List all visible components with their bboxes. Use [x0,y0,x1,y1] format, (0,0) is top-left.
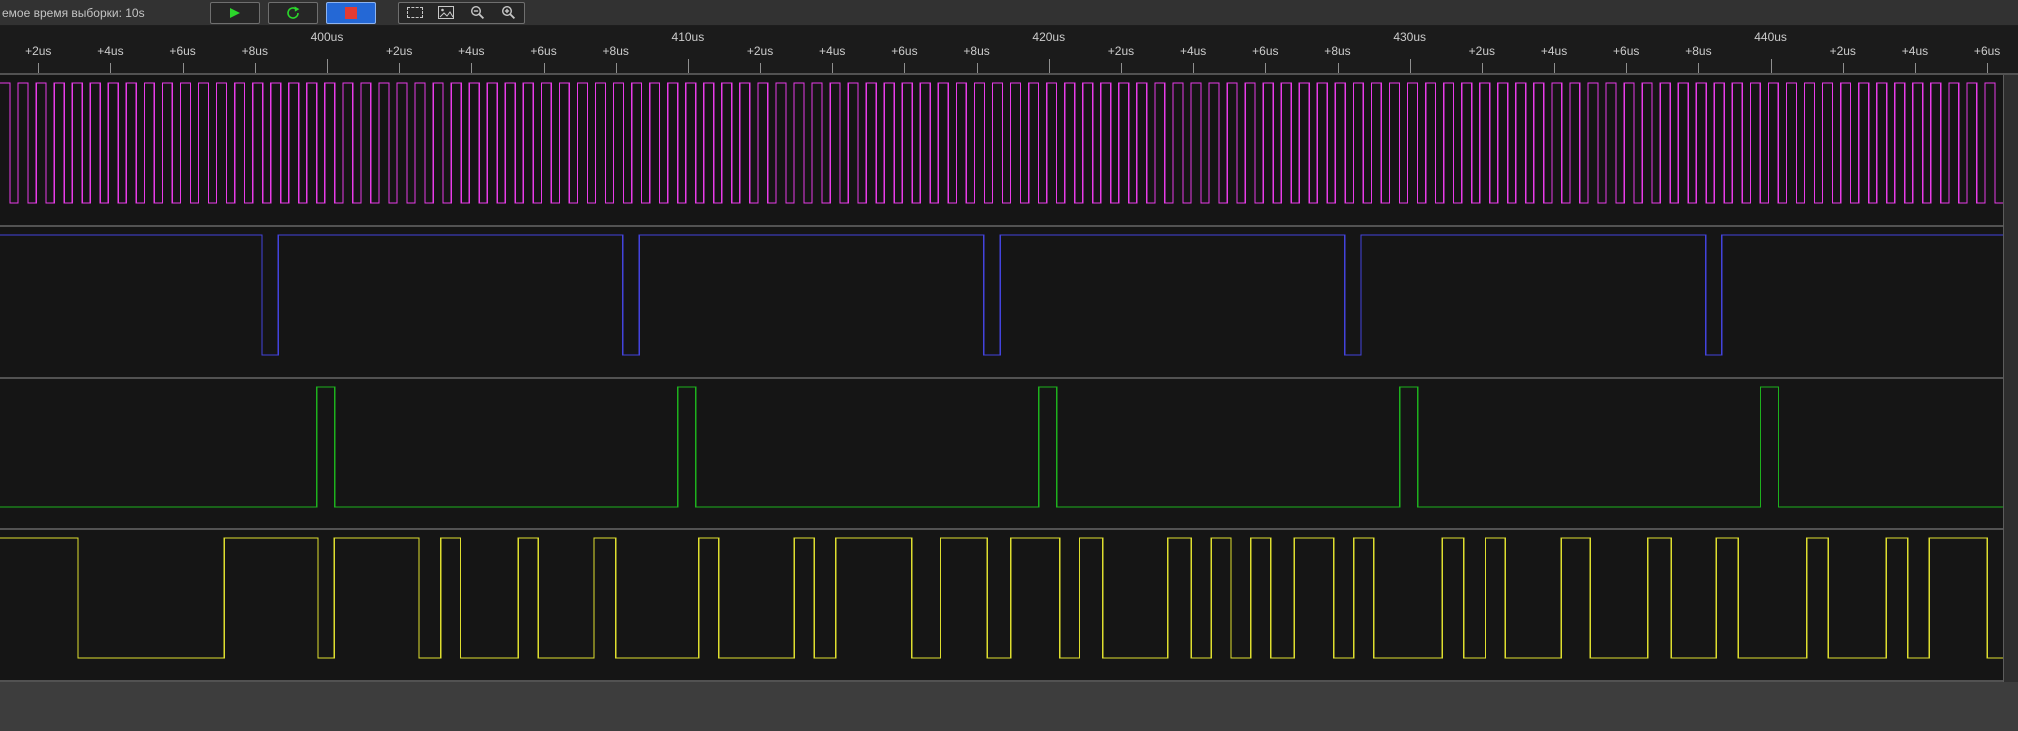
ruler-tick-label: +2us [1829,44,1856,58]
ruler-tick-mark [1121,63,1122,73]
ruler-tick-mark [1770,59,1772,73]
ruler-tick-mark [1481,63,1483,73]
channel-0-waveform [0,82,2003,204]
ruler-tick-mark [327,59,328,73]
vertical-scrollbar[interactable] [2003,75,2018,682]
ruler-tick-mark [1914,63,1916,73]
ruler-tick-label: 430us [1393,30,1427,44]
ruler-tick-mark [1409,59,1411,73]
ruler-tick-label: +4us [1901,44,1929,58]
ruler-tick-mark [1842,63,1844,73]
ruler-tick-label: +2us [1468,44,1496,58]
ruler-tick-mark [1987,63,1989,73]
timeline-ruler[interactable]: +2us +4us +6us +8us 400us +2us +4us +6us +8us 410… [0,26,2018,75]
ruler-tick-label: +6us [1613,44,1640,58]
play-icon [230,7,240,18]
ruler-tick-mark [904,63,906,73]
loop-icon [286,5,299,19]
ruler-tick-mark [543,63,545,73]
ruler-tick-label: +2us [25,44,52,58]
channel-3-lane[interactable] [0,530,2018,682]
ruler-tick-label: +2us [1107,44,1135,58]
ruler-tick-label: +4us [458,44,485,58]
channel-1-lane[interactable] [0,226,2018,379]
ruler-tick-label: +6us [891,44,918,58]
ruler-tick-label: +8us [241,44,268,58]
ruler-tick-mark [832,63,834,73]
stop-capture-button[interactable] [326,1,376,24]
ruler-tick-mark [687,59,689,73]
stop-icon [345,6,357,19]
ruler-tick-label: +8us [1685,44,1712,58]
zoom-in-icon [501,5,515,20]
logic-analyzer-window: емое время выборки: 10s +2us +4us +6us +… [0,0,2018,731]
view-tools-group [398,1,525,24]
ruler-tick-label: +4us [819,44,846,58]
ruler-tick-mark [254,63,256,73]
ruler-tick-mark [976,63,978,73]
zoom-out-icon [470,5,484,20]
ruler-tick-mark [1554,63,1555,73]
toolbar: емое время выборки: 10s [0,0,2018,26]
channel-2-lane[interactable] [0,378,2018,531]
ruler-tick-mark [182,63,184,73]
image-icon [438,6,454,19]
ruler-tick-label: 400us [310,30,344,44]
ruler-tick-label: +6us [1973,44,2001,58]
ruler-tick-mark [110,63,112,73]
ruler-tick-mark [471,63,473,73]
export-image-button[interactable] [435,4,457,22]
ruler-tick-label: +6us [1252,44,1279,58]
ruler-tick-mark [1048,59,1050,73]
selection-box-icon [407,7,423,18]
sampling-time-label: емое время выборки: 10s [2,5,145,20]
ruler-tick-label: 440us [1754,30,1787,44]
ruler-tick-label: +8us [602,44,629,58]
ruler-tick-mark [1193,63,1195,73]
ruler-tick-mark [615,63,617,73]
ruler-tick-label: +8us [963,44,990,58]
waveform-area [0,75,2018,682]
select-region-button[interactable] [404,4,426,22]
loop-capture-button[interactable] [268,1,318,24]
channel-1-waveform [0,234,2003,356]
channel-3-waveform [0,537,2003,659]
ruler-tick-label: +2us [385,44,413,58]
ruler-tick-label: 420us [1032,30,1066,44]
ruler-tick-mark [1265,63,1267,73]
ruler-tick-mark [1337,63,1339,73]
start-capture-button[interactable] [210,1,260,24]
channel-2-waveform [0,385,2003,508]
ruler-tick-mark [38,63,40,73]
ruler-tick-mark [1698,63,1700,73]
ruler-tick-mark [1626,63,1628,73]
ruler-tick-label: +8us [1324,44,1351,58]
ruler-tick-mark [399,63,401,73]
bottom-panel [0,682,2018,731]
ruler-tick-label: 410us [671,30,705,44]
ruler-tick-label: +4us [1179,44,1207,58]
ruler-tick-mark [760,63,762,73]
ruler-tick-label: +6us [530,44,557,58]
ruler-tick-label: +4us [1540,44,1568,58]
ruler-tick-label: +2us [746,44,774,58]
ruler-tick-label: +4us [97,44,124,58]
channel-0-lane[interactable] [0,75,2018,227]
ruler-tick-label: +6us [169,44,196,58]
zoom-in-button[interactable] [497,4,519,22]
zoom-out-button[interactable] [466,4,488,22]
